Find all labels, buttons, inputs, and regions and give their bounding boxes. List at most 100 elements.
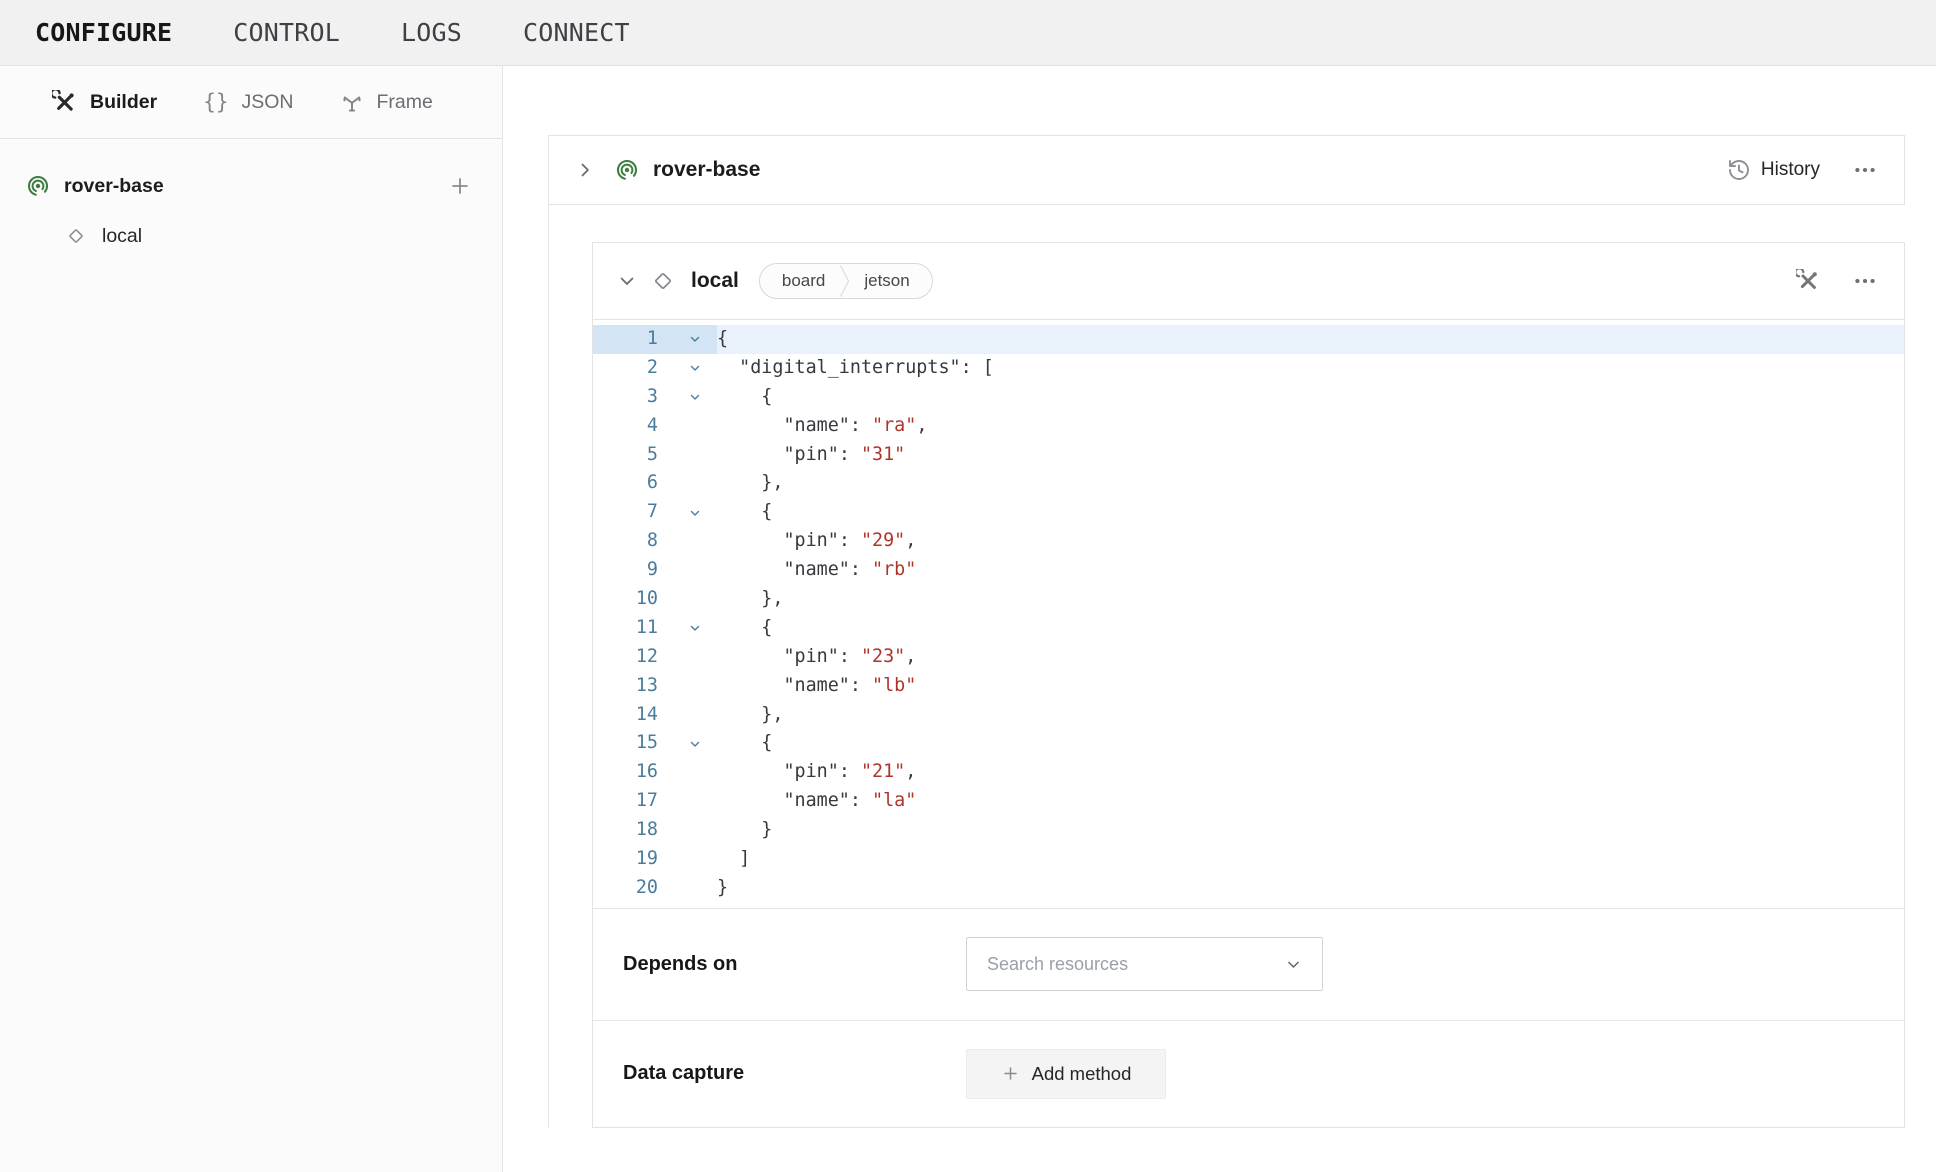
diamond-icon: [66, 226, 86, 246]
fold-toggle-icon[interactable]: [673, 614, 717, 643]
code-token-punct: ,: [916, 415, 927, 436]
line-number: 9: [593, 556, 673, 585]
code-token-punct: ,: [905, 761, 916, 782]
line-number: 4: [593, 412, 673, 441]
nav-tab-connect[interactable]: CONNECT: [523, 18, 630, 47]
code-line[interactable]: 6 },: [593, 469, 1904, 498]
code-line-text: "name": "lb": [717, 672, 1904, 701]
code-token-punct: [717, 415, 783, 436]
code-line[interactable]: 11 {: [593, 614, 1904, 643]
main-panel: rover-base History: [504, 66, 1936, 1172]
code-line[interactable]: 20}: [593, 874, 1904, 903]
collapse-resource-chevron-down-icon[interactable]: [617, 271, 637, 291]
resource-tag: jetson: [864, 271, 909, 291]
sidebar-item-local[interactable]: local: [0, 214, 502, 258]
line-number: 17: [593, 787, 673, 816]
code-line[interactable]: 8 "pin": "29",: [593, 527, 1904, 556]
fold-spacer: [673, 412, 717, 441]
braces-icon: {}: [203, 90, 228, 115]
fold-spacer: [673, 672, 717, 701]
nav-tab-control[interactable]: CONTROL: [233, 18, 340, 47]
code-token-punct: },: [717, 704, 783, 725]
code-token-punct: :: [850, 675, 872, 696]
code-token-punct: :: [839, 530, 861, 551]
code-token-punct: {: [717, 386, 772, 407]
code-token-string: "rb": [872, 559, 916, 580]
part-header-card: rover-base History: [548, 135, 1905, 205]
nav-tab-logs[interactable]: LOGS: [401, 18, 462, 47]
data-capture-label: Data capture: [623, 1062, 966, 1085]
code-line-text: },: [717, 469, 1904, 498]
code-token-string: "ra": [872, 415, 916, 436]
plus-icon: [1001, 1064, 1020, 1083]
fold-toggle-icon[interactable]: [673, 383, 717, 412]
code-line-text: "pin": "21",: [717, 758, 1904, 787]
sidebar-item-rover-base[interactable]: rover-base: [0, 164, 502, 208]
code-line[interactable]: 5 "pin": "31": [593, 441, 1904, 470]
mode-tab-label: JSON: [241, 91, 293, 114]
code-token-key: "name": [783, 415, 849, 436]
line-number: 16: [593, 758, 673, 787]
code-line[interactable]: 17 "name": "la": [593, 787, 1904, 816]
code-token-punct: ,: [905, 646, 916, 667]
code-line-text: {: [717, 325, 1904, 354]
json-attributes-editor[interactable]: 1{2 "digital_interrupts": [3 {4 "name": …: [593, 319, 1904, 909]
depends-on-select[interactable]: Search resources: [966, 937, 1323, 991]
fold-toggle-icon[interactable]: [673, 729, 717, 758]
code-line-text: {: [717, 614, 1904, 643]
resource-menu-ellipsis-icon[interactable]: [1852, 268, 1878, 294]
fold-toggle-icon[interactable]: [673, 325, 717, 354]
mode-tab-json[interactable]: {} JSON: [203, 90, 293, 115]
code-line[interactable]: 14 },: [593, 701, 1904, 730]
code-line-text: {: [717, 498, 1904, 527]
code-token-punct: }: [717, 877, 728, 898]
code-token-string: "31": [861, 444, 905, 465]
tag-divider-icon: [839, 264, 850, 298]
code-line[interactable]: 13 "name": "lb": [593, 672, 1904, 701]
code-line[interactable]: 1{: [593, 325, 1904, 354]
fold-toggle-icon[interactable]: [673, 354, 717, 383]
code-line[interactable]: 3 {: [593, 383, 1904, 412]
fold-spacer: [673, 787, 717, 816]
history-button[interactable]: History: [1727, 158, 1820, 182]
code-line[interactable]: 7 {: [593, 498, 1904, 527]
part-menu-ellipsis-icon[interactable]: [1852, 157, 1878, 183]
code-line[interactable]: 10 },: [593, 585, 1904, 614]
code-token-punct: },: [717, 472, 783, 493]
fold-spacer: [673, 643, 717, 672]
code-line-text: },: [717, 701, 1904, 730]
code-token-punct: : [: [961, 357, 994, 378]
tools-icon[interactable]: [1796, 269, 1820, 293]
code-token-punct: {: [717, 617, 772, 638]
fold-spacer: [673, 441, 717, 470]
code-token-punct: ]: [717, 848, 750, 869]
machine-live-icon: [26, 174, 50, 198]
line-number: 18: [593, 816, 673, 845]
code-token-key: "name": [783, 559, 849, 580]
fold-toggle-icon[interactable]: [673, 498, 717, 527]
code-line[interactable]: 19 ]: [593, 845, 1904, 874]
code-line[interactable]: 2 "digital_interrupts": [: [593, 354, 1904, 383]
code-line[interactable]: 4 "name": "ra",: [593, 412, 1904, 441]
resource-card-local: local boardjetson 1{2 "digital_interrupt…: [592, 242, 1905, 1128]
nav-tab-configure[interactable]: CONFIGURE: [35, 18, 172, 47]
code-line[interactable]: 18 }: [593, 816, 1904, 845]
sidebar-resource-name: local: [102, 225, 142, 248]
code-line[interactable]: 16 "pin": "21",: [593, 758, 1904, 787]
code-line[interactable]: 9 "name": "rb": [593, 556, 1904, 585]
expand-part-chevron-right-icon[interactable]: [575, 160, 595, 180]
mode-tab-builder[interactable]: Builder: [52, 90, 157, 115]
tools-icon: [52, 90, 77, 115]
frame-axes-icon: [340, 90, 364, 114]
code-line[interactable]: 12 "pin": "23",: [593, 643, 1904, 672]
add-method-button[interactable]: Add method: [966, 1049, 1166, 1099]
code-token-punct: [717, 530, 783, 551]
code-token-punct: }: [717, 819, 772, 840]
code-token-punct: :: [839, 761, 861, 782]
code-line-text: "pin": "31": [717, 441, 1904, 470]
code-line[interactable]: 15 {: [593, 729, 1904, 758]
history-label: History: [1761, 159, 1820, 181]
code-line-text: {: [717, 383, 1904, 412]
add-resource-icon[interactable]: [448, 174, 472, 198]
mode-tab-frame[interactable]: Frame: [340, 90, 433, 114]
